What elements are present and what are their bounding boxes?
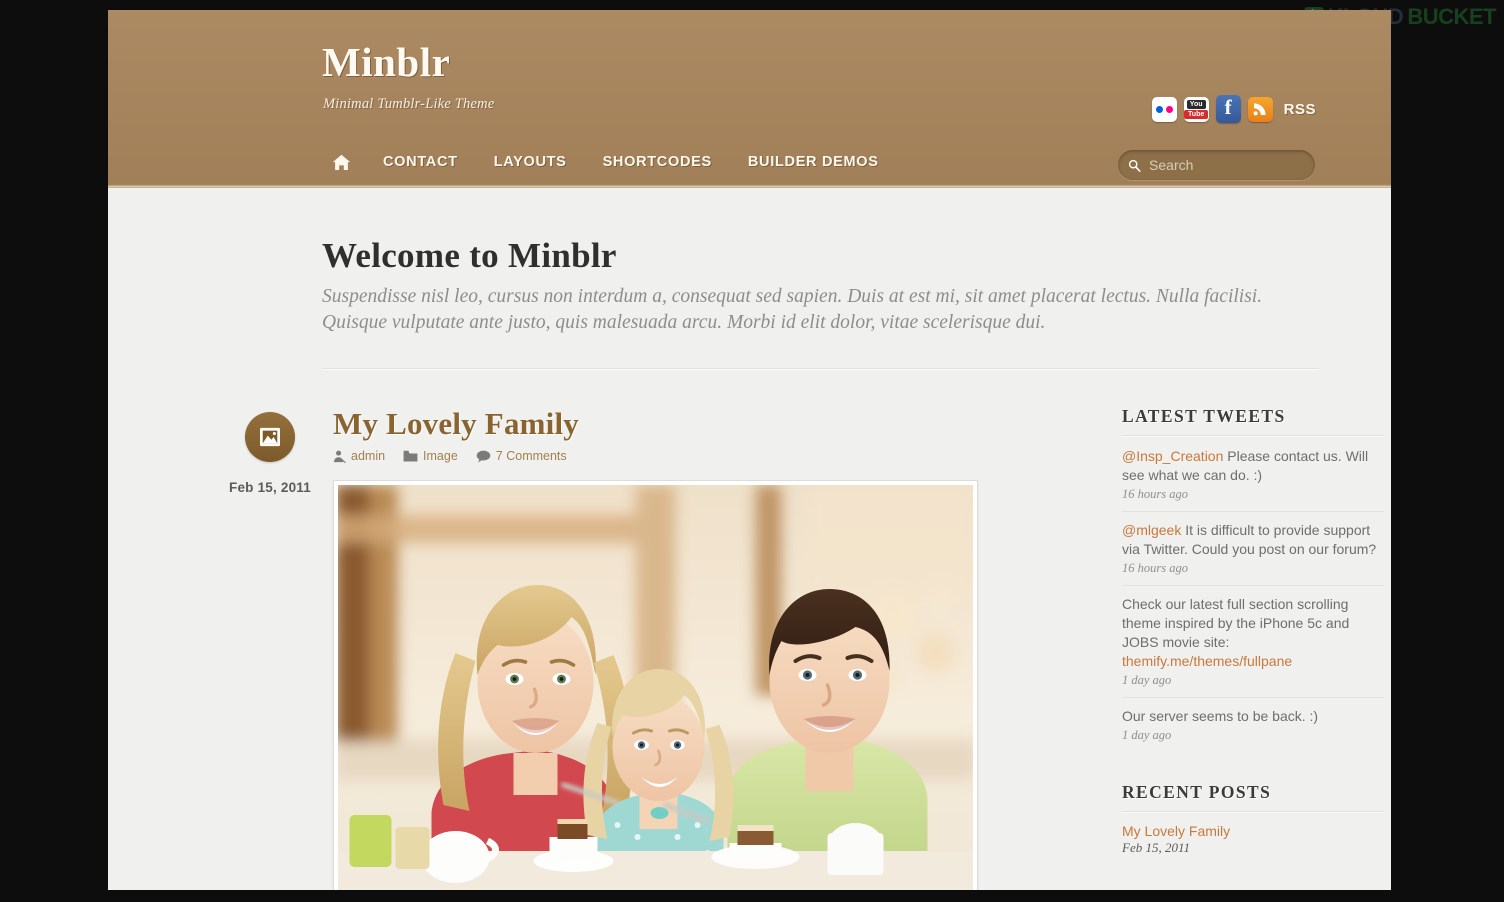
post-body: My Lovely Family admin Image 7 Comments	[322, 406, 1098, 890]
sidebar: Latest Tweets @Insp_Creation Please cont…	[1122, 406, 1384, 890]
tweet-time: 16 hours ago	[1122, 487, 1188, 501]
widget-rule	[1122, 435, 1384, 437]
tweet-text: Our server seems to be back. :)	[1122, 707, 1384, 726]
post-category-label: Image	[423, 449, 458, 463]
social-icons: You Tube f RSS	[1151, 95, 1316, 123]
main-column: Feb 15, 2011 My Lovely Family admin Imag…	[218, 406, 1098, 890]
site-description: Minimal Tumblr-Like Theme	[323, 96, 495, 112]
tweet-text: @Insp_Creation Please contact us. Will s…	[1122, 447, 1384, 485]
recent-post-date: Feb 15, 2011	[1122, 840, 1190, 855]
content-columns: Feb 15, 2011 My Lovely Family admin Imag…	[108, 406, 1391, 890]
section-divider	[322, 368, 1319, 370]
youtube-icon-top: You	[1186, 99, 1206, 109]
welcome-text: Suspendisse nisl leo, cursus non interdu…	[322, 286, 1263, 333]
post: Feb 15, 2011 My Lovely Family admin Imag…	[218, 406, 1098, 890]
home-icon	[332, 154, 351, 170]
tweet-time: 16 hours ago	[1122, 561, 1188, 575]
widget-rule	[1122, 811, 1384, 813]
tweet-handle[interactable]: @mlgeek	[1122, 522, 1181, 538]
youtube-icon-bottom: Tube	[1184, 109, 1209, 119]
recent-post-item: My Lovely Family Feb 15, 2011	[1122, 823, 1384, 856]
page-title: Welcome to Minblr	[322, 236, 617, 275]
tweet-text: @mlgeek It is difficult to provide suppo…	[1122, 521, 1384, 559]
comment-icon	[476, 450, 491, 462]
welcome-section: Welcome to Minblr Suspendisse nisl leo, …	[322, 236, 1319, 336]
youtube-icon[interactable]: You Tube	[1183, 96, 1209, 122]
search-input[interactable]	[1147, 156, 1305, 174]
site-content: Welcome to Minblr Suspendisse nisl leo, …	[108, 236, 1391, 890]
tweet-body: Our server seems to be back. :)	[1122, 708, 1319, 724]
post-comments[interactable]: 7 Comments	[476, 449, 567, 463]
tweet-time: 1 day ago	[1122, 728, 1172, 742]
post-author[interactable]: admin	[333, 449, 385, 463]
main-nav: CONTACT LAYOUTS SHORTCODES BUILDER DEMOS	[320, 146, 897, 178]
search-icon	[1128, 159, 1141, 172]
tweet-text: Check our latest full section scrolling …	[1122, 595, 1384, 671]
image-format-icon[interactable]	[245, 412, 295, 462]
post-featured-image[interactable]	[333, 480, 978, 890]
post-author-label: admin	[351, 449, 386, 463]
widget-latest-tweets: Latest Tweets @Insp_Creation Please cont…	[1122, 406, 1384, 752]
tweet-handle[interactable]: @Insp_Creation	[1122, 448, 1223, 464]
nav-item-shortcodes[interactable]: SHORTCODES	[585, 146, 730, 178]
nav-item-contact[interactable]: CONTACT	[365, 146, 476, 178]
tweet-link[interactable]: themify.me/themes/fullpane	[1122, 653, 1292, 669]
post-meta: admin Image 7 Comments	[333, 449, 1098, 463]
post-date: Feb 15, 2011	[229, 480, 311, 495]
site-page: Minblr Minimal Tumblr-Like Theme You Tub…	[108, 10, 1391, 890]
screen: KLOUDBUCKET Minblr Minimal Tumblr-Like T…	[0, 0, 1504, 902]
post-date-column: Feb 15, 2011	[218, 406, 322, 890]
recent-post-title[interactable]: My Lovely Family	[1122, 823, 1384, 839]
user-icon	[333, 450, 346, 463]
tweet-body: Check our latest full section scrolling …	[1122, 596, 1350, 650]
tweet-item: @Insp_Creation Please contact us. Will s…	[1122, 447, 1384, 512]
site-header: Minblr Minimal Tumblr-Like Theme You Tub…	[108, 10, 1391, 188]
widget-title-latest-tweets: Latest Tweets	[1122, 406, 1286, 426]
family-photo	[338, 485, 973, 890]
folder-icon	[403, 450, 418, 462]
nav-item-layouts[interactable]: LAYOUTS	[476, 146, 585, 178]
tweet-item: Check our latest full section scrolling …	[1122, 595, 1384, 698]
tweet-item: Our server seems to be back. :) 1 day ag…	[1122, 707, 1384, 752]
post-title[interactable]: My Lovely Family	[333, 406, 1098, 442]
post-comments-label: 7 Comments	[495, 449, 567, 463]
tweet-item: @mlgeek It is difficult to provide suppo…	[1122, 521, 1384, 586]
facebook-icon[interactable]: f	[1215, 95, 1241, 123]
watermark-text-part2: BUCKET	[1407, 4, 1496, 29]
rss-label[interactable]: RSS	[1284, 101, 1316, 118]
site-title[interactable]: Minblr	[322, 38, 450, 86]
nav-item-home[interactable]	[320, 148, 365, 177]
nav-item-builder-demos[interactable]: BUILDER DEMOS	[730, 146, 897, 178]
flickr-icon[interactable]	[1151, 96, 1177, 122]
search-box[interactable]	[1118, 150, 1315, 180]
post-category[interactable]: Image	[403, 449, 458, 463]
rss-icon[interactable]	[1247, 96, 1273, 122]
widget-recent-posts: Recent Posts My Lovely Family Feb 15, 20…	[1122, 782, 1384, 856]
tweet-time: 1 day ago	[1122, 673, 1172, 687]
facebook-icon-glyph: f	[1224, 95, 1232, 119]
widget-title-recent-posts: Recent Posts	[1122, 782, 1272, 802]
